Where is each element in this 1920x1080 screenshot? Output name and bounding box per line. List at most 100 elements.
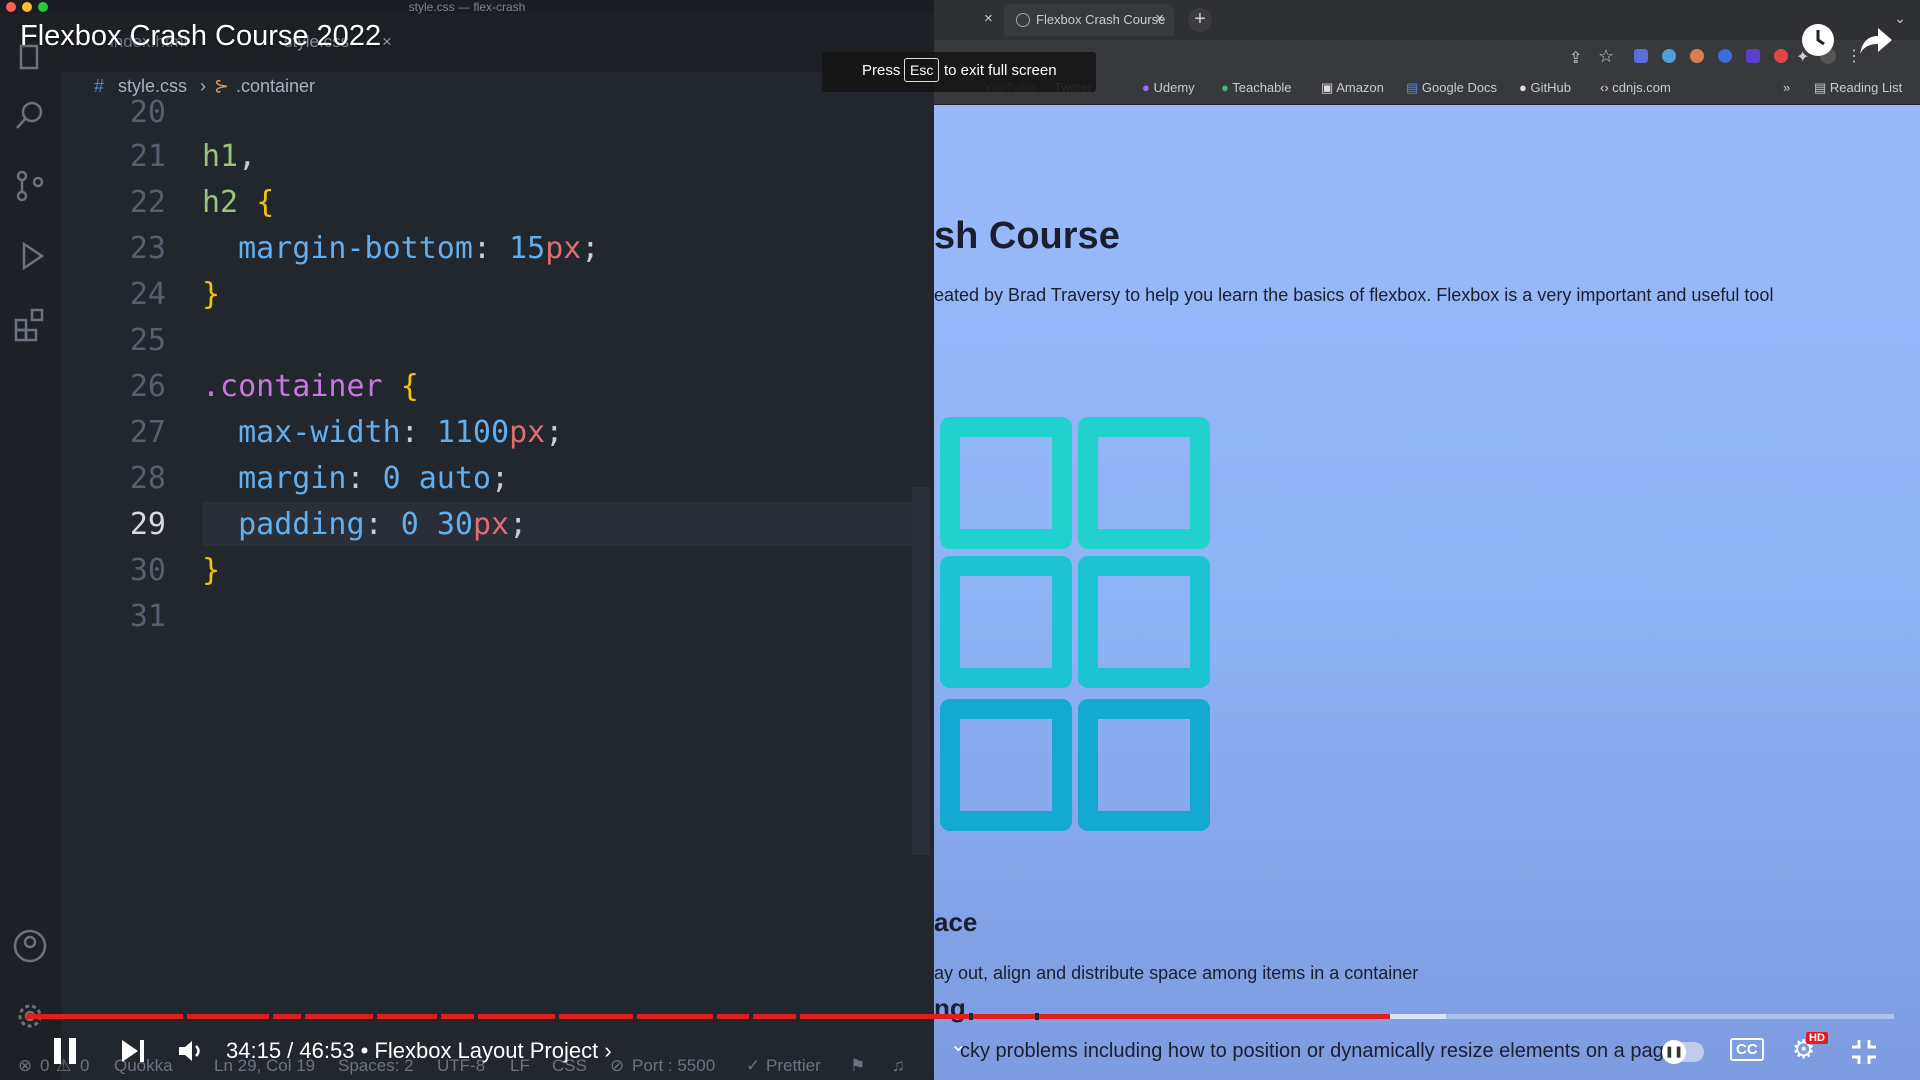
run-debug-icon[interactable] xyxy=(12,238,48,274)
next-video-icon[interactable] xyxy=(118,1036,148,1066)
amazon-icon: ▣ xyxy=(1321,80,1337,95)
teachable-icon: ● xyxy=(1221,80,1233,95)
new-tab-icon[interactable]: + xyxy=(1188,8,1212,32)
extensions-icon[interactable] xyxy=(12,306,48,342)
extension-icon[interactable] xyxy=(1634,49,1648,63)
window-titlebar: style.css — flex-crash xyxy=(0,0,934,14)
extension-icon[interactable] xyxy=(1690,49,1704,63)
docs-icon: ▤ xyxy=(1406,80,1422,95)
section-heading: ace xyxy=(934,907,978,937)
time-display: 34:15 / 46:53 xyxy=(226,1038,355,1063)
pause-small-icon: ❚❚ xyxy=(1662,1040,1686,1064)
captions-button[interactable]: CC xyxy=(1730,1038,1764,1061)
code-token: max-width xyxy=(238,415,401,450)
video-controls: 34:15 / 46:53 • Flexbox Layout Project ›… xyxy=(0,1022,1920,1080)
bookmark-teachable[interactable]: ● Teachable xyxy=(1221,80,1292,95)
code-token: px xyxy=(509,415,546,450)
chapter-marker xyxy=(183,1013,187,1020)
source-control-icon[interactable] xyxy=(12,168,48,204)
editor-scrollbar[interactable] xyxy=(912,487,930,855)
udemy-icon: ● xyxy=(1142,80,1154,95)
chevron-right-icon: › xyxy=(604,1038,612,1063)
more-bookmarks-icon[interactable]: » xyxy=(1783,80,1790,95)
bookmark-google-docs[interactable]: ▤ Google Docs xyxy=(1406,80,1497,96)
bookmark-label: Teachable xyxy=(1232,80,1292,95)
bookmark-label: Udemy xyxy=(1153,80,1195,95)
code-area[interactable]: h1, h2 { margin-bottom: 15px;} .container … xyxy=(202,95,912,995)
code-token: } xyxy=(202,277,221,312)
autoplay-toggle[interactable]: ❚❚ xyxy=(1662,1040,1704,1064)
code-line: padding: 0 30px; xyxy=(238,507,528,542)
code-token: 30 xyxy=(436,507,473,542)
breadcrumb-symbol[interactable]: .container xyxy=(236,76,315,97)
tab-menu-icon[interactable]: ⌄ xyxy=(1894,10,1906,27)
extension-icon[interactable] xyxy=(1746,49,1760,63)
breadcrumb-file[interactable]: style.css xyxy=(118,76,187,97)
flexbox-logo-square xyxy=(940,556,1072,688)
share-arrow-icon[interactable] xyxy=(1858,22,1894,58)
close-tab-icon[interactable]: × xyxy=(984,10,993,27)
chapter-marker xyxy=(555,1013,559,1020)
bookmark-label: cdnjs.com xyxy=(1612,80,1671,95)
flexbox-logo-square xyxy=(940,417,1072,549)
code-token: 15 xyxy=(509,231,546,266)
reading-list-icon: ▤ xyxy=(1814,80,1830,95)
flexbox-logo-square xyxy=(1078,417,1210,549)
code-token: { xyxy=(256,185,275,220)
share-icon[interactable]: ⇪ xyxy=(1569,48,1582,68)
watch-later-clock-icon[interactable] xyxy=(1800,22,1836,58)
code-token: auto xyxy=(418,461,491,496)
account-icon[interactable] xyxy=(12,928,48,964)
line-number: 24 xyxy=(129,277,166,312)
code-line: .container { xyxy=(202,369,419,404)
line-number: 31 xyxy=(129,599,166,634)
flexbox-logo-square xyxy=(1078,699,1210,831)
code-token: px xyxy=(472,507,510,542)
star-icon[interactable]: ☆ xyxy=(1598,46,1614,67)
chevron-down-icon[interactable]: ⌄ xyxy=(950,1032,967,1057)
bookmark-amazon[interactable]: ▣ Amazon xyxy=(1321,80,1384,96)
chapter-marker xyxy=(633,1013,637,1020)
line-number: 22 xyxy=(129,185,166,220)
search-icon[interactable] xyxy=(12,98,48,134)
volume-icon[interactable] xyxy=(176,1036,206,1066)
section-text: ay out, align and distribute space among… xyxy=(934,963,1419,983)
code-line: } xyxy=(202,277,220,312)
flexbox-logo-square xyxy=(940,699,1072,831)
reading-list[interactable]: ▤ Reading List xyxy=(1814,80,1902,96)
web-page: sh Course eated by Brad Traversy to help… xyxy=(934,105,1920,1080)
bookmark-cdnjs[interactable]: ‹› cdnjs.com xyxy=(1600,80,1671,95)
close-tab-icon[interactable]: × xyxy=(382,32,392,52)
flexbox-logo-square xyxy=(1078,556,1210,688)
globe-icon xyxy=(1016,13,1030,27)
fullscreen-hint-text: to exit full screen xyxy=(944,62,1057,79)
bookmark-label: Amazon xyxy=(1336,80,1384,95)
bookmark-label: Google Docs xyxy=(1421,80,1498,95)
chapter-marker xyxy=(301,1013,305,1020)
browser-window: × Flexbox Crash Course × + ⌄ ⇪ ☆ ✦ ⋮ You… xyxy=(934,0,1920,1080)
fullscreen-hint-press: Press xyxy=(862,62,901,79)
browser-tab-active[interactable]: Flexbox Crash Course × xyxy=(1004,4,1174,36)
video-title[interactable]: Flexbox Crash Course 2022 xyxy=(20,20,381,53)
code-token: h1 xyxy=(202,139,239,174)
time-and-chapter[interactable]: 34:15 / 46:53 • Flexbox Layout Project › xyxy=(226,1038,612,1064)
browser-tab-strip: × Flexbox Crash Course × + ⌄ xyxy=(934,0,1920,40)
window-title: style.css — flex-crash xyxy=(408,0,526,14)
pause-icon[interactable] xyxy=(50,1036,80,1066)
line-number: 27 xyxy=(129,415,166,450)
code-token: 0 xyxy=(382,461,401,496)
selector-icon: ⊱ xyxy=(214,76,230,96)
bookmark-github[interactable]: ● GitHub xyxy=(1519,80,1571,95)
extension-icon[interactable] xyxy=(1718,49,1732,63)
exit-fullscreen-icon[interactable] xyxy=(1850,1038,1878,1066)
close-tab-icon[interactable]: × xyxy=(1155,10,1164,27)
bookmark-udemy[interactable]: ● Udemy xyxy=(1142,80,1195,95)
code-line: margin: 0 auto; xyxy=(238,461,510,496)
code-line: max-width: 1100px; xyxy=(238,415,564,450)
code-token: 0 xyxy=(400,507,419,542)
chapter-marker xyxy=(749,1013,753,1020)
section2-heading: ng xyxy=(934,993,966,1023)
code-line: margin-bottom: 15px; xyxy=(238,231,600,266)
extension-icon[interactable] xyxy=(1774,49,1788,63)
react-devtools-icon[interactable] xyxy=(1662,49,1676,63)
